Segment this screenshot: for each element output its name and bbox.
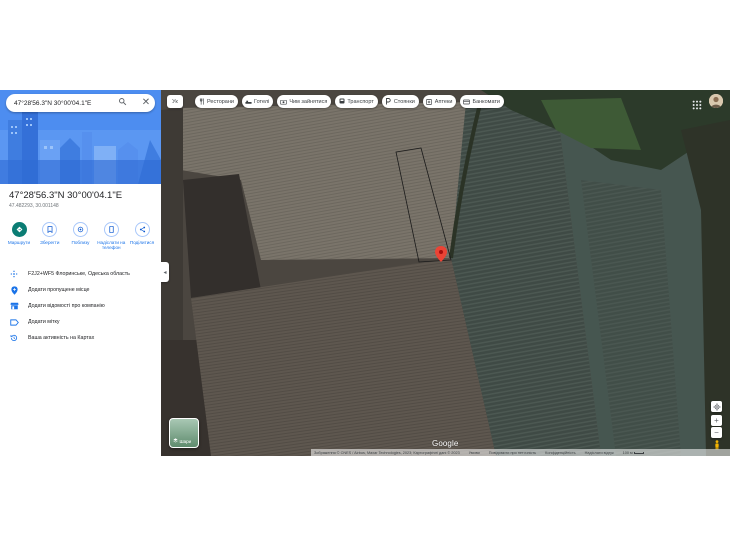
google-logo: Google xyxy=(432,439,459,448)
hotel-icon xyxy=(245,98,252,105)
satellite-imagery xyxy=(161,90,730,456)
bookmark-icon xyxy=(42,222,58,237)
attribution-bar: Зображення © CNES / Airbus, Maxar Techno… xyxy=(311,449,730,456)
save-button[interactable]: Зберегти xyxy=(35,222,65,250)
plus-code-icon xyxy=(9,269,19,279)
my-location-icon xyxy=(712,402,721,411)
pharmacy-icon xyxy=(426,98,433,105)
place-hero-image: ✕ xyxy=(0,90,161,184)
chip-pharmacies[interactable]: Аптеки xyxy=(422,95,457,108)
business-icon xyxy=(9,301,19,311)
layers-icon xyxy=(173,438,178,444)
add-place-row[interactable]: Додати пропущене місце xyxy=(0,282,161,298)
action-buttons: Маршрути Зберегти Поблизу Надіслати на т… xyxy=(4,222,157,250)
send-to-phone-label: Надіслати на телефон xyxy=(97,240,126,251)
directions-icon xyxy=(11,222,27,237)
search-icon[interactable] xyxy=(118,97,130,109)
layers-button[interactable]: Шари xyxy=(169,418,199,448)
plus-code-row[interactable]: F2J2+WF5 Флоринське, Одеська область xyxy=(0,266,161,282)
collapse-panel-button[interactable]: ◂ xyxy=(161,262,169,282)
place-title: 47°28'56.3"N 30°00'04.1"E xyxy=(9,190,123,201)
place-decimal-coords: 47.482293, 30.001148 xyxy=(9,203,59,209)
map-canvas[interactable]: ◂ Ук Ресторани Готелі Чим зайнятися Тран… xyxy=(161,90,730,456)
top-blank-area xyxy=(0,0,730,90)
send-feedback-link[interactable]: Надіслати відгук xyxy=(585,451,614,455)
activity-row[interactable]: Ваша активність на Картах xyxy=(0,330,161,346)
share-button[interactable]: Поділитися xyxy=(127,222,157,250)
send-to-phone-button[interactable]: Надіслати на телефон xyxy=(96,222,126,250)
search-box[interactable]: ✕ xyxy=(6,94,155,112)
scale-indicator[interactable]: 100 м xyxy=(623,451,644,455)
chip-things-to-do[interactable]: Чим зайнятися xyxy=(277,95,332,108)
camera-icon xyxy=(280,98,288,105)
google-apps-icon[interactable] xyxy=(692,97,702,110)
directions-label: Маршрути xyxy=(7,240,31,245)
add-label-row[interactable]: Додати мітку xyxy=(0,314,161,330)
chip-hotels[interactable]: Готелі xyxy=(241,95,274,108)
close-icon[interactable]: ✕ xyxy=(140,97,152,109)
phone-icon xyxy=(103,222,119,237)
my-location-button[interactable] xyxy=(711,401,722,412)
nearby-button[interactable]: Поблизу xyxy=(66,222,96,250)
scale-bar xyxy=(633,451,644,454)
save-label: Зберегти xyxy=(40,240,60,245)
terms-link[interactable]: Умови xyxy=(469,451,480,455)
history-icon xyxy=(9,333,19,343)
label-icon xyxy=(9,317,19,327)
nearby-label: Поблизу xyxy=(71,240,90,245)
share-icon xyxy=(134,222,150,237)
category-chips: Ресторани Готелі Чим зайнятися Транспорт… xyxy=(195,95,504,108)
nearby-icon xyxy=(73,222,88,237)
add-label-text: Додати мітку xyxy=(28,319,60,325)
chip-transit[interactable]: Транспорт xyxy=(335,95,378,108)
add-business-text: Додати відомості про компанію xyxy=(28,303,105,309)
chip-parking[interactable]: Стоянки xyxy=(381,95,419,108)
atm-icon xyxy=(463,98,471,105)
parking-icon xyxy=(385,98,392,105)
transit-icon xyxy=(338,98,345,105)
chip-restaurants[interactable]: Ресторани xyxy=(195,95,238,108)
layers-label: Шари xyxy=(179,438,192,444)
privacy-link[interactable]: Конфіденційність xyxy=(545,451,576,455)
plus-code-text: F2J2+WF5 Флоринське, Одеська область xyxy=(28,271,130,277)
activity-text: Ваша активність на Картах xyxy=(28,335,95,341)
add-place-text: Додати пропущене місце xyxy=(28,287,90,293)
zoom-in-button[interactable]: + xyxy=(711,415,722,426)
share-label: Поділитися xyxy=(129,240,155,245)
restaurant-icon xyxy=(198,98,205,105)
report-problem-link[interactable]: Повідомити про неточність xyxy=(489,451,536,455)
add-place-icon xyxy=(9,285,19,295)
chip-atms[interactable]: Банкомати xyxy=(460,95,504,108)
bottom-blank-area xyxy=(0,456,730,547)
zoom-out-button[interactable]: − xyxy=(711,427,722,438)
avatar[interactable] xyxy=(709,94,723,108)
search-input[interactable] xyxy=(14,99,112,107)
place-panel: ✕ 47°28'56.3"N 30°00'04.1"E 47.482293, 3… xyxy=(0,90,161,456)
directions-button[interactable]: Маршрути xyxy=(4,222,34,250)
imagery-credit: Зображення © CNES / Airbus, Maxar Techno… xyxy=(314,450,460,455)
language-button[interactable]: Ук xyxy=(167,95,183,108)
info-list: F2J2+WF5 Флоринське, Одеська область Дод… xyxy=(0,266,161,346)
add-business-row[interactable]: Додати відомості про компанію xyxy=(0,298,161,314)
